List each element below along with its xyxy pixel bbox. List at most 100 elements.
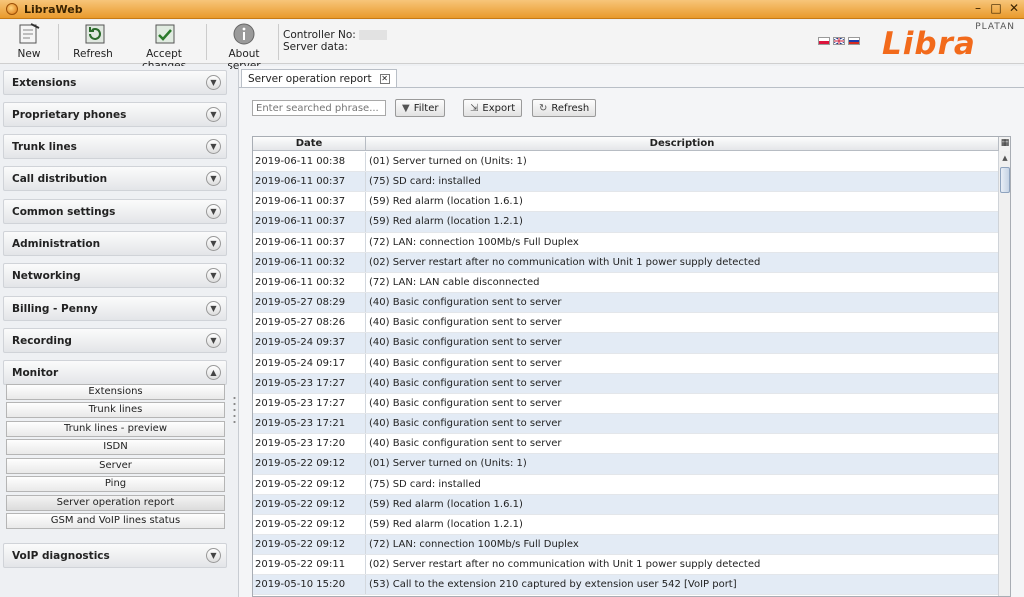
section-call-distribution[interactable]: Call distribution ▼: [3, 166, 227, 191]
table-row[interactable]: 2019-06-11 00:37 (59) Red alarm (location…: [253, 192, 998, 213]
cell-date: 2019-05-23 17:27: [253, 373, 366, 393]
controller-info: Controller No: Server data:: [283, 29, 388, 53]
section-label: Billing - Penny: [12, 302, 98, 315]
minimize-icon[interactable]: –: [972, 1, 984, 15]
table-row[interactable]: 2019-06-11 00:32 (72) LAN: LAN cable disc…: [253, 272, 998, 294]
app-title: LibraWeb: [24, 2, 83, 16]
chevron-down-icon[interactable]: ▼: [206, 139, 221, 154]
chevron-down-icon[interactable]: ▼: [206, 548, 221, 563]
monitor-item-gsm-voip-status[interactable]: GSM and VoIP lines status: [6, 513, 225, 529]
chevron-up-icon[interactable]: ▲: [206, 365, 221, 380]
controller-no-label: Controller No:: [283, 29, 356, 41]
section-extensions[interactable]: Extensions ▼: [3, 70, 227, 95]
chevron-down-icon[interactable]: ▼: [206, 333, 221, 348]
maximize-icon[interactable]: □: [990, 1, 1002, 15]
polish-flag-icon[interactable]: [818, 37, 830, 45]
section-trunk-lines[interactable]: Trunk lines ▼: [3, 134, 227, 159]
chevron-down-icon[interactable]: ▼: [206, 301, 221, 316]
export-button[interactable]: ⇲ Export: [463, 99, 523, 117]
accept-icon: [126, 22, 202, 46]
refresh-button[interactable]: ↻ Refresh: [532, 99, 597, 117]
monitor-item-trunk-lines-preview[interactable]: Trunk lines - preview: [6, 421, 225, 437]
vertical-scrollbar[interactable]: ▲: [998, 151, 1010, 596]
scroll-up-icon[interactable]: ▲: [1000, 152, 1010, 164]
cell-description: (72) LAN: LAN cable disconnected: [369, 276, 540, 288]
table-row[interactable]: 2019-06-11 00:38 (01) Server turned on (U…: [253, 152, 998, 173]
table-row[interactable]: 2019-05-23 17:27 (40) Basic configuration…: [253, 373, 998, 394]
column-menu-icon[interactable]: ▦: [998, 137, 1010, 151]
section-common-settings[interactable]: Common settings ▼: [3, 199, 227, 224]
section-voip-diagnostics[interactable]: VoIP diagnostics ▼: [3, 543, 227, 568]
cell-date: 2019-06-11 00:37: [253, 172, 366, 192]
section-monitor[interactable]: Monitor ▲: [3, 360, 227, 385]
cell-date: 2019-05-22 09:12: [253, 454, 366, 474]
section-label: Recording: [12, 334, 72, 347]
table-row[interactable]: 2019-05-22 09:12 (01) Server turned on (U…: [253, 454, 998, 475]
column-header-date[interactable]: Date: [253, 137, 366, 151]
cell-description: (53) Call to the extension 210 captured …: [369, 579, 737, 591]
refresh-toolbar-button[interactable]: Refresh: [68, 22, 118, 62]
filter-button[interactable]: ▼ Filter: [395, 99, 446, 117]
table-row[interactable]: 2019-06-11 00:37 (75) SD card: installed: [253, 172, 998, 193]
scrollbar-thumb[interactable]: [1000, 167, 1010, 193]
table-row[interactable]: 2019-06-11 00:37 (72) LAN: connection 100…: [253, 232, 998, 253]
libra-logo: PLATAN Libra: [882, 22, 1017, 62]
table-row[interactable]: 2019-05-24 09:37 (40) Basic configuration…: [253, 333, 998, 354]
section-recording[interactable]: Recording ▼: [3, 328, 227, 353]
monitor-item-server[interactable]: Server: [6, 458, 225, 474]
monitor-item-ping[interactable]: Ping: [6, 476, 225, 492]
title-bar: LibraWeb – □ ✕: [0, 0, 1024, 19]
table-row[interactable]: 2019-06-11 00:37 (59) Red alarm (location…: [253, 212, 998, 233]
table-row[interactable]: 2019-05-22 09:12 (59) Red alarm (location…: [253, 514, 998, 535]
section-billing-penny[interactable]: Billing - Penny ▼: [3, 296, 227, 321]
about-server-button[interactable]: About server: [212, 22, 276, 72]
table-row[interactable]: 2019-05-23 17:21 (40) Basic configuration…: [253, 414, 998, 435]
chevron-down-icon[interactable]: ▼: [206, 107, 221, 122]
table-row[interactable]: 2019-05-23 17:20 (40) Basic configuration…: [253, 434, 998, 455]
cell-description: (75) SD card: installed: [369, 478, 481, 490]
chevron-down-icon[interactable]: ▼: [206, 171, 221, 186]
cell-date: 2019-05-22 09:12: [253, 474, 366, 494]
section-proprietary-phones[interactable]: Proprietary phones ▼: [3, 102, 227, 127]
table-row[interactable]: 2019-05-23 17:27 (40) Basic configuration…: [253, 393, 998, 415]
app-logo-icon: [6, 3, 18, 15]
table-row[interactable]: 2019-05-27 08:29 (40) Basic configuration…: [253, 293, 998, 314]
section-networking[interactable]: Networking ▼: [3, 263, 227, 288]
cell-date: 2019-06-11 00:38: [253, 152, 366, 172]
monitor-item-trunk-lines[interactable]: Trunk lines: [6, 402, 225, 418]
cell-description: (59) Red alarm (location 1.2.1): [369, 518, 523, 530]
table-row[interactable]: 2019-05-22 09:12 (75) SD card: installed: [253, 474, 998, 495]
section-label: Networking: [12, 269, 81, 282]
table-row[interactable]: 2019-05-10 15:20 (53) Call to the extensi…: [253, 575, 998, 596]
tab-server-operation-report[interactable]: Server operation report ✕: [241, 69, 397, 88]
table-row[interactable]: 2019-05-27 08:26 (40) Basic configuration…: [253, 313, 998, 334]
russian-flag-icon[interactable]: [848, 37, 860, 45]
table-row[interactable]: 2019-05-22 09:12 (59) Red alarm (location…: [253, 494, 998, 515]
new-button[interactable]: New: [10, 22, 48, 62]
cell-date: 2019-06-11 00:37: [253, 232, 366, 252]
monitor-item-extensions[interactable]: Extensions: [6, 384, 225, 400]
close-icon[interactable]: ✕: [1008, 1, 1020, 15]
chevron-down-icon[interactable]: ▼: [206, 204, 221, 219]
cell-date: 2019-05-22 09:12: [253, 494, 366, 514]
monitor-item-server-operation-report[interactable]: Server operation report: [6, 495, 225, 511]
chevron-down-icon[interactable]: ▼: [206, 75, 221, 90]
chevron-down-icon[interactable]: ▼: [206, 268, 221, 283]
tab-close-icon[interactable]: ✕: [379, 74, 390, 84]
table-row[interactable]: 2019-05-24 09:17 (40) Basic configuration…: [253, 353, 998, 374]
table-row[interactable]: 2019-05-22 09:12 (72) LAN: connection 100…: [253, 534, 998, 556]
english-flag-icon[interactable]: [833, 37, 845, 45]
logo-maker: PLATAN: [975, 22, 1015, 32]
section-administration[interactable]: Administration ▼: [3, 231, 227, 256]
server-data-label: Server data:: [283, 41, 348, 53]
table-row[interactable]: 2019-06-11 00:32 (02) Server restart afte…: [253, 252, 998, 273]
monitor-item-isdn[interactable]: ISDN: [6, 439, 225, 455]
table-row[interactable]: 2019-05-22 09:11 (02) Server restart afte…: [253, 555, 998, 576]
panel-splitter[interactable]: [233, 395, 236, 425]
accept-changes-button[interactable]: Accept changes: [126, 22, 202, 72]
chevron-down-icon[interactable]: ▼: [206, 236, 221, 251]
search-input[interactable]: [252, 100, 386, 116]
controller-no-value: [359, 30, 388, 40]
column-header-description[interactable]: Description: [366, 137, 998, 151]
cell-description: (59) Red alarm (location 1.6.1): [369, 196, 523, 208]
